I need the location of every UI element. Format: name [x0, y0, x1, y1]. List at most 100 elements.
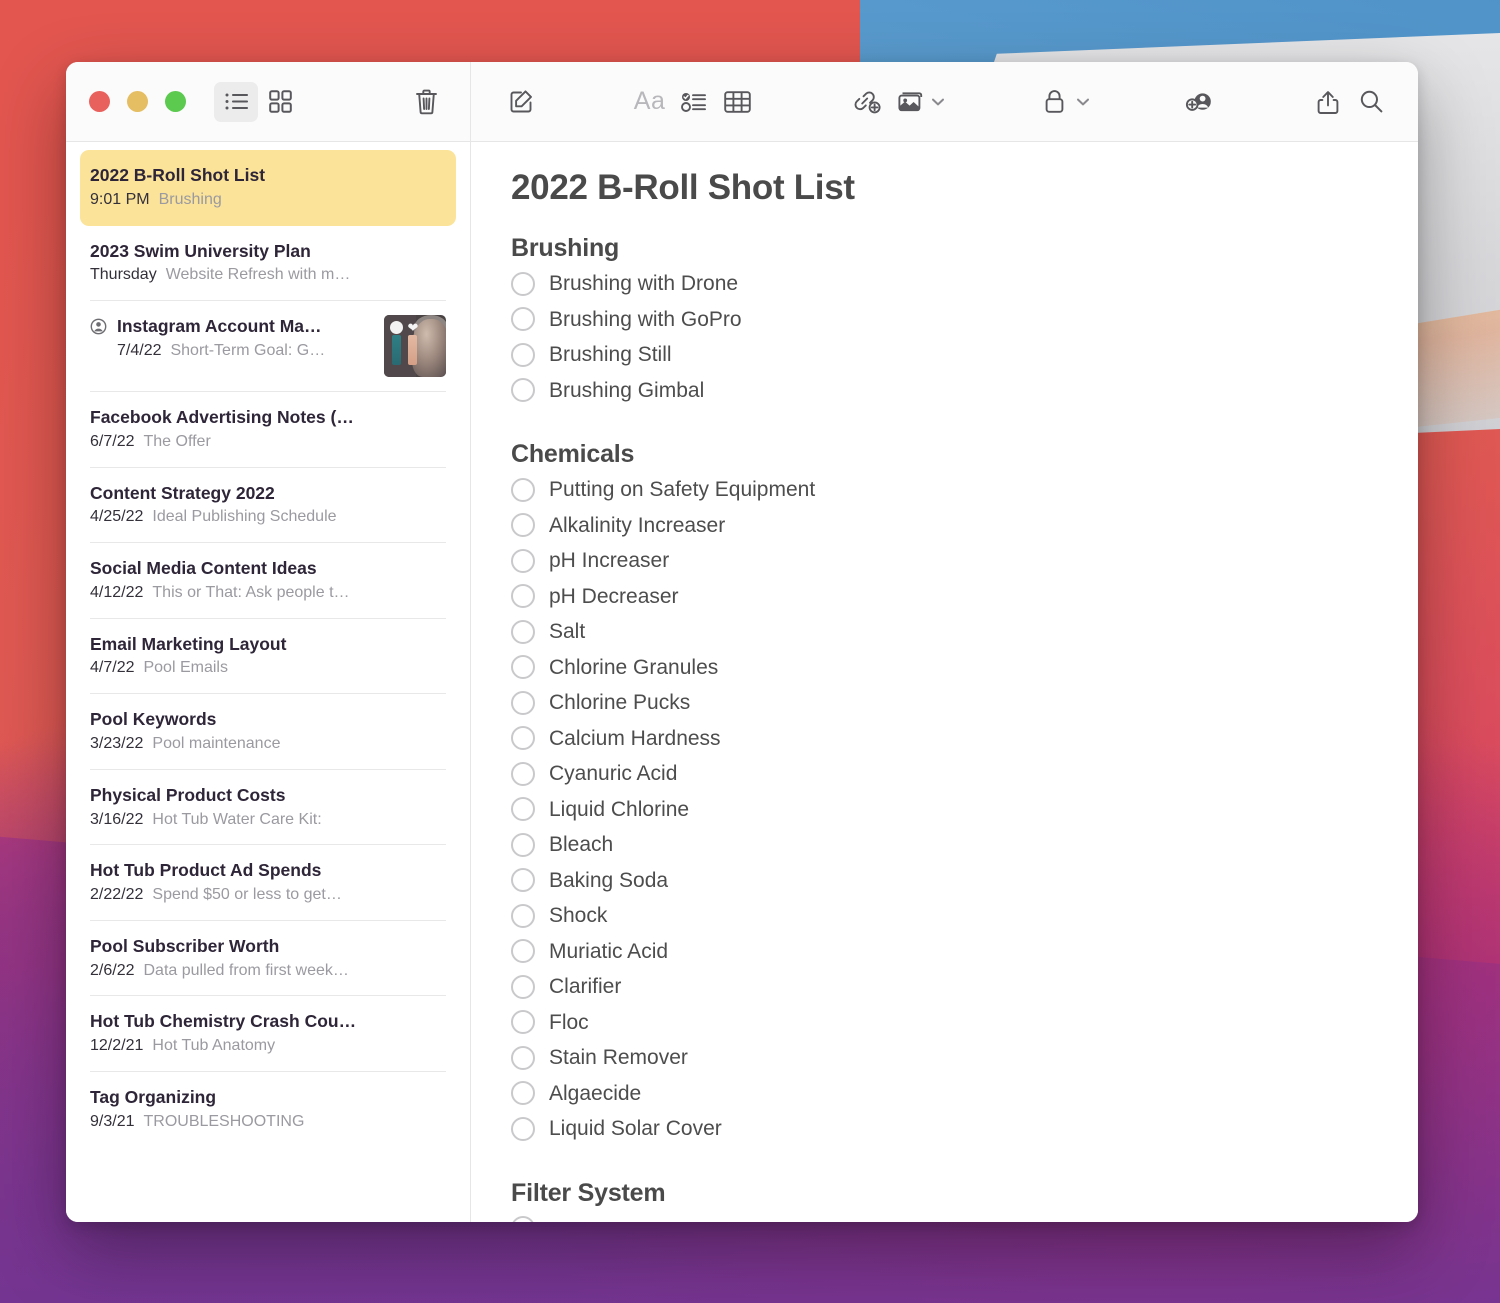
- note-item-content: Facebook Advertising Notes (… 6/7/22 The O…: [90, 406, 446, 453]
- chevron-down-icon-lock[interactable]: [1075, 97, 1091, 107]
- notes-window: Aa 2022 B-Roll Shot List 9:01 PM Brushin…: [66, 62, 1418, 1222]
- format-aa-icon[interactable]: Aa: [628, 82, 672, 122]
- checkbox-icon[interactable]: [511, 477, 535, 502]
- checkbox-icon[interactable]: [511, 548, 535, 573]
- checklist-item[interactable]: Brushing with GoPro: [511, 302, 1378, 338]
- note-list-item[interactable]: Pool Subscriber Worth 2/6/22 Data pulled f…: [80, 921, 456, 997]
- checklist-item-label: Alkalinity Increaser: [549, 513, 726, 537]
- note-list-item[interactable]: Pool Keywords 3/23/22 Pool maintenance: [80, 694, 456, 770]
- checklist-item-label: Liquid Solar Cover: [549, 1117, 722, 1141]
- note-item-title: Instagram Account Ma…: [117, 316, 322, 337]
- checkbox-icon[interactable]: [511, 378, 535, 403]
- note-list-item[interactable]: Social Media Content Ideas 4/12/22 This or…: [80, 543, 456, 619]
- checkbox-icon[interactable]: [511, 619, 535, 644]
- note-list-item[interactable]: Content Strategy 2022 4/25/22 Ideal Publis…: [80, 468, 456, 544]
- compose-icon[interactable]: [499, 82, 543, 122]
- trash-icon[interactable]: [404, 82, 448, 122]
- checklist-item[interactable]: Chlorine Granules: [511, 650, 1378, 686]
- checklist-item-label: Floc: [549, 1010, 589, 1034]
- note-item-content: Tag Organizing 9/3/21 TROUBLESHOOTING: [90, 1086, 446, 1133]
- minimize-button[interactable]: [127, 91, 148, 112]
- checklist-item[interactable]: Brushing Still: [511, 337, 1378, 373]
- checklist-item[interactable]: Floc: [511, 1005, 1378, 1041]
- checklist-item[interactable]: pH Decreaser: [511, 579, 1378, 615]
- search-icon[interactable]: [1350, 82, 1394, 122]
- checklist-item[interactable]: Bleach: [511, 827, 1378, 863]
- note-item-content: 2022 B-Roll Shot List 9:01 PM Brushing: [90, 164, 446, 211]
- close-button[interactable]: [89, 91, 110, 112]
- checklist-item[interactable]: Brushing with Drone: [511, 266, 1378, 302]
- note-list-item[interactable]: Physical Product Costs 3/16/22 Hot Tub Wat…: [80, 770, 456, 846]
- checklist-item[interactable]: Stain Remover: [511, 1040, 1378, 1076]
- checkbox-icon[interactable]: [511, 655, 535, 680]
- checkbox-icon[interactable]: [511, 1081, 535, 1106]
- note-list-item[interactable]: Facebook Advertising Notes (… 6/7/22 The O…: [80, 392, 456, 468]
- checklist-item[interactable]: Calcium Hardness: [511, 721, 1378, 757]
- checkbox-icon[interactable]: [511, 797, 535, 822]
- checkbox-icon[interactable]: [511, 726, 535, 751]
- share-icon[interactable]: [1306, 82, 1350, 122]
- note-list-item[interactable]: Email Marketing Layout 4/7/22 Pool Emails: [80, 619, 456, 695]
- checkbox-icon[interactable]: [511, 903, 535, 928]
- checklist-item[interactable]: Liquid Solar Cover: [511, 1111, 1378, 1147]
- checkbox-icon[interactable]: [511, 584, 535, 609]
- table-icon[interactable]: [716, 82, 760, 122]
- note-list-item[interactable]: 2023 Swim University Plan Thursday Website…: [80, 226, 456, 302]
- gallery-view-icon[interactable]: [258, 82, 302, 122]
- note-item-date: 4/25/22: [90, 508, 144, 526]
- lock-icon[interactable]: [1033, 82, 1077, 122]
- note-list-item[interactable]: Tag Organizing 9/3/21 TROUBLESHOOTING: [80, 1072, 456, 1148]
- checklist-item[interactable]: Alkalinity Increaser: [511, 508, 1378, 544]
- zoom-button[interactable]: [165, 91, 186, 112]
- checklist-item-label: Brushing with Drone: [549, 272, 739, 296]
- note-item-preview: This or That: Ask people t…: [152, 583, 350, 601]
- checklist-item[interactable]: Clarifier: [511, 969, 1378, 1005]
- checklist-item[interactable]: Putting on Safety Equipment: [511, 472, 1378, 508]
- link-add-icon[interactable]: [844, 82, 888, 122]
- note-content-pane[interactable]: 2022 B-Roll Shot List Brushing Brushing w…: [471, 142, 1418, 1222]
- note-item-meta: 3/23/22 Pool maintenance: [90, 734, 446, 755]
- window-titlebar: Aa: [66, 62, 1418, 142]
- checklist-item[interactable]: pH Increaser: [511, 543, 1378, 579]
- note-list-item[interactable]: Hot Tub Chemistry Crash Cou… 12/2/21 Hot T…: [80, 996, 456, 1073]
- checklist-item-label: Stain Remover: [549, 1046, 688, 1070]
- checkbox-icon[interactable]: [511, 832, 535, 857]
- checkbox-icon[interactable]: [511, 1010, 535, 1035]
- note-list-item[interactable]: Hot Tub Product Ad Spends 2/22/22 Spend $5…: [80, 845, 456, 921]
- checkbox-icon[interactable]: [511, 868, 535, 893]
- checklist-item[interactable]: Salt: [511, 614, 1378, 650]
- note-item-meta: 2/6/22 Data pulled from first week…: [90, 961, 446, 982]
- checkbox-icon[interactable]: [511, 271, 535, 296]
- checklist-item[interactable]: Algaecide: [511, 1076, 1378, 1112]
- checkbox-icon[interactable]: [511, 513, 535, 538]
- checklist-item[interactable]: Baking Soda: [511, 863, 1378, 899]
- list-view-icon[interactable]: [214, 81, 258, 122]
- checkbox-icon[interactable]: [511, 1045, 535, 1070]
- checkbox-icon[interactable]: [511, 690, 535, 715]
- checklist-item-label: Shock: [549, 904, 608, 928]
- chevron-down-icon-media[interactable]: [930, 97, 946, 107]
- checklist-item[interactable]: Liquid Chlorine: [511, 792, 1378, 828]
- checklist-item[interactable]: Shock: [511, 898, 1378, 934]
- checkbox-icon[interactable]: [511, 307, 535, 332]
- checklist-item-label: Salt: [549, 620, 586, 644]
- checkbox-icon[interactable]: [511, 939, 535, 964]
- note-item-text: 2022 B-Roll Shot List 9:01 PM Brushing: [90, 164, 446, 211]
- add-person-icon[interactable]: [1177, 82, 1221, 122]
- checklist-item[interactable]: Chlorine Pucks: [511, 685, 1378, 721]
- note-item-meta: 6/7/22 The Offer: [90, 432, 446, 453]
- checklist-item[interactable]: Cyanuric Acid: [511, 756, 1378, 792]
- checklist-item[interactable]: Muriatic Acid: [511, 934, 1378, 970]
- checklist-item[interactable]: Brushing Gimbal: [511, 373, 1378, 409]
- notes-list-sidebar[interactable]: 2022 B-Roll Shot List 9:01 PM Brushing 2023…: [66, 142, 471, 1222]
- checklist-icon[interactable]: [672, 82, 716, 122]
- note-list-item[interactable]: Instagram Account Ma… 7/4/22 Short-Term Go…: [80, 301, 456, 393]
- checklist-item-label: pH Increaser: [549, 549, 670, 573]
- media-icon[interactable]: [888, 82, 932, 122]
- checkbox-icon[interactable]: [511, 974, 535, 999]
- checkbox-icon[interactable]: [511, 761, 535, 786]
- checkbox-icon[interactable]: [511, 342, 535, 367]
- note-item-title: Social Media Content Ideas: [90, 558, 317, 579]
- checkbox-icon[interactable]: [511, 1116, 535, 1141]
- note-list-item[interactable]: 2022 B-Roll Shot List 9:01 PM Brushing: [80, 150, 456, 226]
